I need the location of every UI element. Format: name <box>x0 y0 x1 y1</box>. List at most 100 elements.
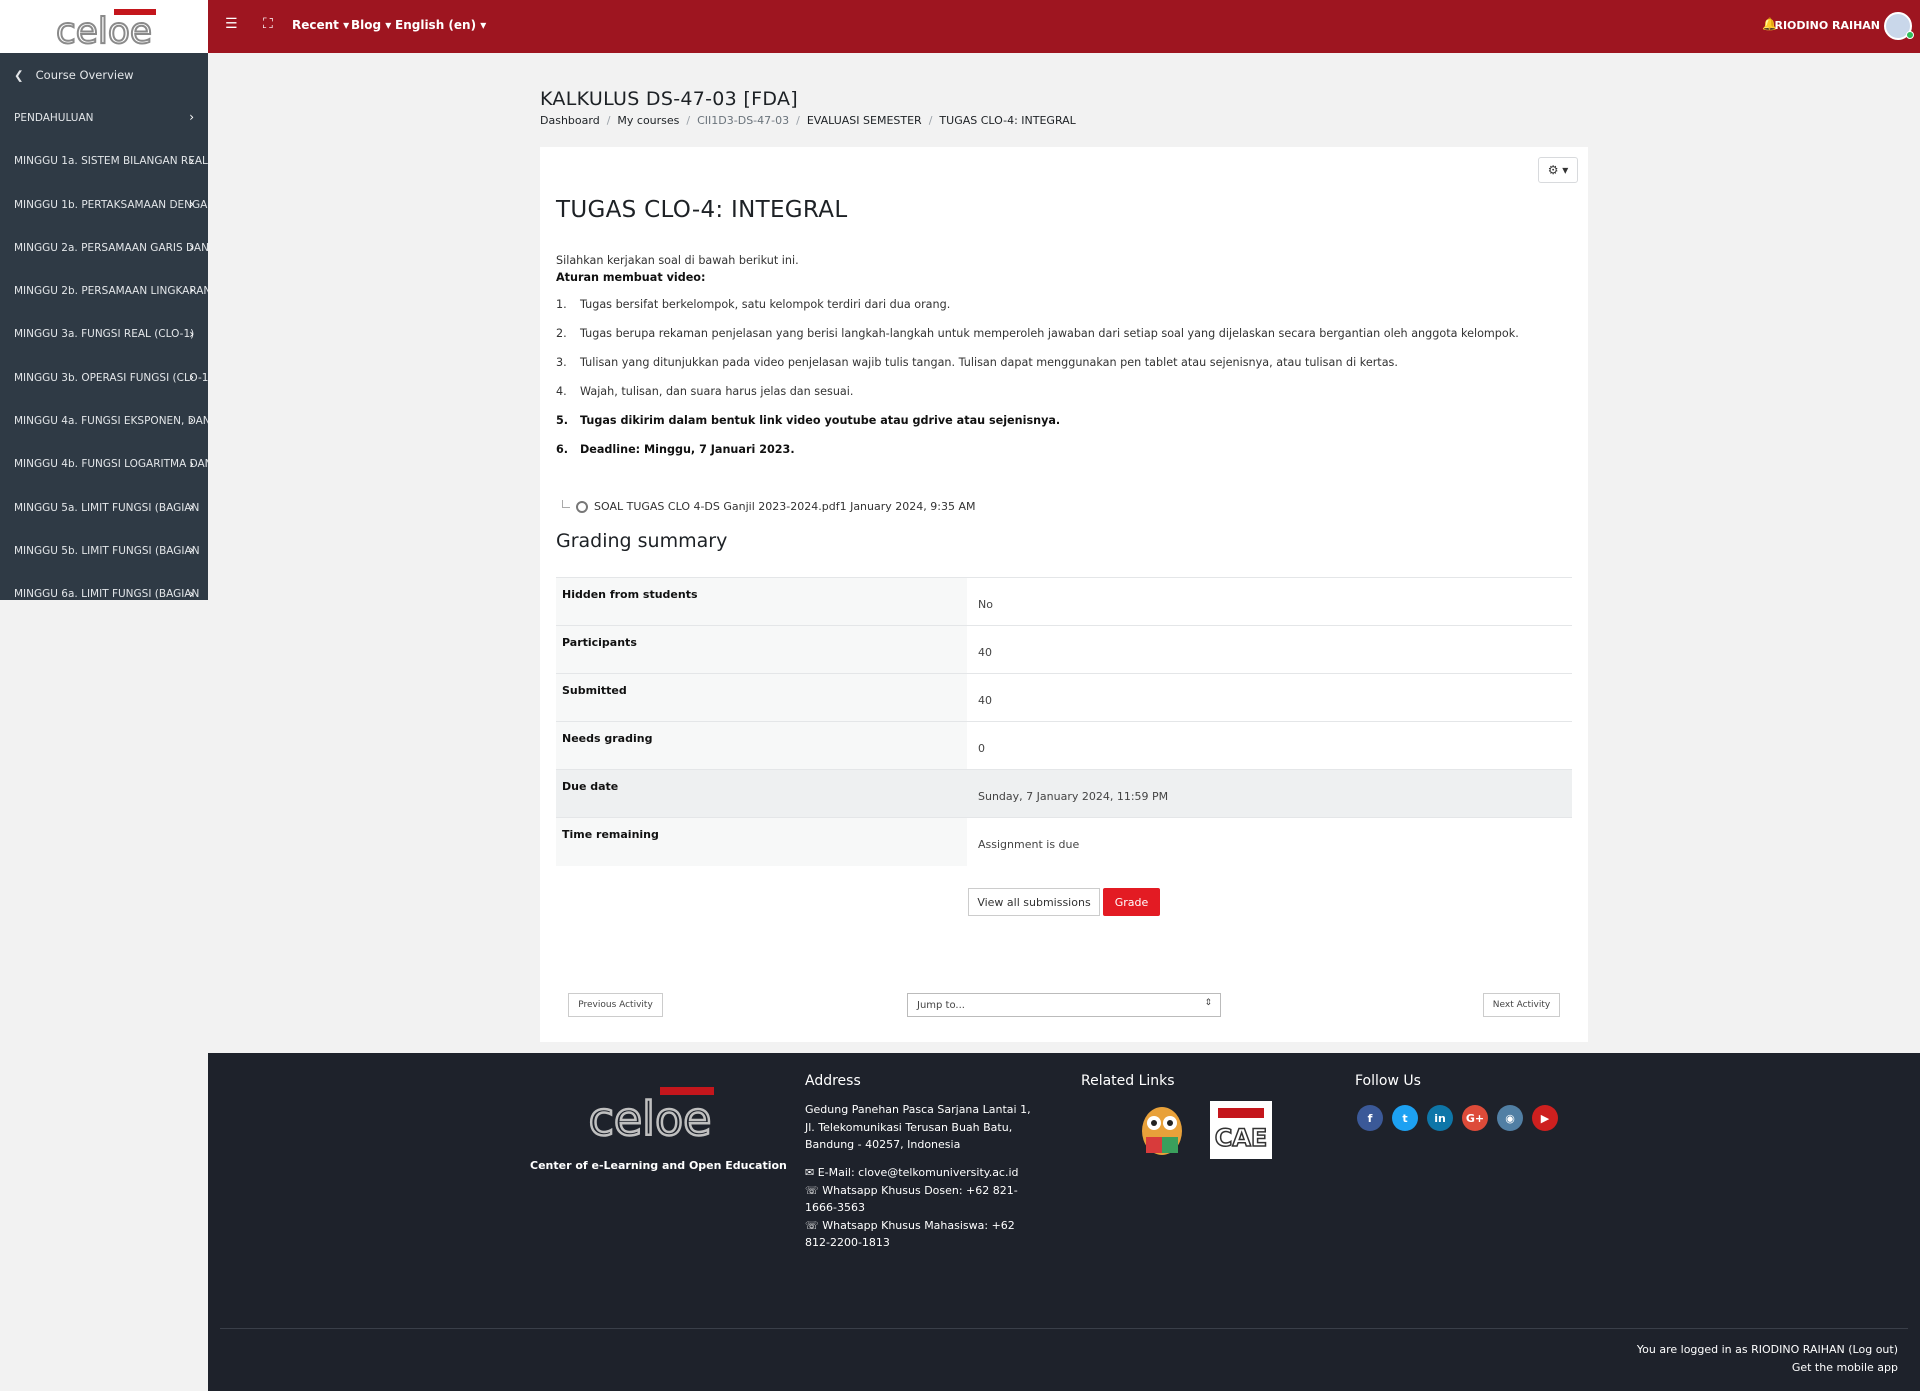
list-item: 4. Wajah, tulisan, dan suara harus jelas … <box>556 385 854 398</box>
address-text: Gedung Panehan Pasca Sarjana Lantai 1, J… <box>805 1103 1031 1151</box>
user-menu[interactable]: RIODINO RAIHAN <box>1774 19 1880 32</box>
table-row: Time remaining Assignment is due <box>556 817 1572 866</box>
chevron-right-icon: › <box>189 499 194 514</box>
sidebar-item[interactable]: MINGGU 5a. LIMIT FUNGSI (BAGIAN › <box>0 486 208 529</box>
svg-text:celoe: celoe <box>589 1092 712 1145</box>
list-item: 5. Tugas dikirim dalam bentuk link video … <box>556 414 1061 427</box>
settings-menu-button[interactable]: ⚙ ▾ <box>1538 157 1578 183</box>
breadcrumb-separator: / <box>606 114 611 127</box>
nav-language[interactable]: English (en) ▾ <box>395 18 486 32</box>
sidebar-item[interactable]: MINGGU 6a. LIMIT FUNGSI (BAGIAN › <box>0 573 208 600</box>
file-icon <box>576 500 588 513</box>
address-title: Address <box>805 1073 861 1089</box>
sidebar-item[interactable]: MINGGU 5b. LIMIT FUNGSI (BAGIAN › <box>0 529 208 572</box>
whatsapp-icon: ☏ <box>805 1218 819 1232</box>
chevron-right-icon: › <box>189 196 194 211</box>
table-row: Due date Sunday, 7 January 2024, 11:59 PM <box>556 769 1572 818</box>
course-sidebar: ❮ Course Overview PENDAHULUAN › MINGGU 1a… <box>0 53 208 600</box>
google-plus-icon[interactable]: G+ <box>1462 1105 1488 1131</box>
svg-text:celoe: celoe <box>56 11 152 49</box>
attachment-link[interactable]: SOAL TUGAS CLO 4-DS Ganjil 2023-2024.pdf… <box>562 499 975 513</box>
sidebar-item[interactable]: MINGGU 1b. PERTAKSAMAAN DENGAN › <box>0 183 208 226</box>
chevron-right-icon: › <box>189 240 194 255</box>
chevron-right-icon: › <box>189 283 194 298</box>
sidebar-course-overview[interactable]: ❮ Course Overview <box>0 53 208 96</box>
celoe-logo[interactable]: celoe <box>0 0 208 53</box>
menu-icon[interactable]: ☰ <box>225 16 238 32</box>
follow-us-title: Follow Us <box>1355 1073 1421 1089</box>
chevron-left-icon: ❮ <box>14 67 24 82</box>
breadcrumb-separator: / <box>796 114 800 127</box>
chevron-right-icon: › <box>189 326 194 341</box>
breadcrumb-my-courses[interactable]: My courses <box>617 114 679 127</box>
chevron-right-icon: › <box>189 370 194 385</box>
caret-down-icon: ▾ <box>1562 163 1569 177</box>
sidebar-item[interactable]: MINGGU 4b. FUNGSI LOGARITMA DAN › <box>0 443 208 486</box>
top-navbar: celoe ☰ ⛶ Recent ▾ Blog ▾ English (en) ▾… <box>0 0 1920 53</box>
mail-icon: ✉ <box>805 1166 815 1179</box>
gear-icon: ⚙ <box>1547 163 1559 177</box>
view-all-submissions-button[interactable]: View all submissions <box>968 888 1100 916</box>
breadcrumb-separator: / <box>686 114 691 127</box>
list-item: 6. Deadline: Minggu, 7 Januari 2023. <box>556 443 795 456</box>
breadcrumb-current[interactable]: TUGAS CLO-4: INTEGRAL <box>939 114 1075 127</box>
youtube-icon[interactable]: ▶ <box>1532 1105 1558 1131</box>
tree-line-icon <box>562 499 570 508</box>
breadcrumb-course[interactable]: CII1D3-DS-47-03 <box>697 114 789 127</box>
rules-title: Aturan membuat video: <box>556 271 706 284</box>
previous-activity-button[interactable]: Previous Activity <box>568 993 663 1017</box>
list-item: 1. Tugas bersifat berkelompok, satu kelom… <box>556 298 951 311</box>
twitter-icon[interactable]: t <box>1392 1105 1418 1131</box>
fullscreen-icon[interactable]: ⛶ <box>263 16 273 32</box>
social-links: f t in G+ ◉ ▶ <box>1357 1105 1558 1131</box>
table-row: Needs grading 0 <box>556 721 1572 770</box>
svg-text:CAE: CAE <box>1215 1124 1268 1152</box>
chevron-right-icon: › <box>189 543 194 558</box>
nav-recent[interactable]: Recent ▾ <box>292 18 349 32</box>
footer-tagline: Center of e-Learning and Open Education <box>530 1159 787 1172</box>
course-title: KALKULUS DS-47-03 [FDA] <box>540 88 798 110</box>
table-row: Hidden from students No <box>556 577 1572 626</box>
jump-to-select[interactable]: Jump to... ⇕ <box>907 993 1221 1017</box>
email-link[interactable]: ✉ E-Mail: clove@telkomuniversity.ac.id <box>805 1164 1035 1182</box>
sidebar-item[interactable]: MINGGU 4a. FUNGSI EKSPONEN, DAN › <box>0 399 208 442</box>
owl-logo-link[interactable] <box>1140 1101 1184 1159</box>
table-row: Participants 40 <box>556 625 1572 674</box>
whatsapp-dosen[interactable]: ☏ Whatsapp Khusus Dosen: +62 821-1666-35… <box>805 1182 1035 1217</box>
related-links-title: Related Links <box>1081 1073 1175 1089</box>
rules-list: 1. Tugas bersifat berkelompok, satu kelom… <box>556 298 1519 472</box>
next-activity-button[interactable]: Next Activity <box>1483 993 1560 1017</box>
sidebar-item[interactable]: MINGGU 2b. PERSAMAAN LINGKARAN › <box>0 269 208 312</box>
chevron-right-icon: › <box>189 586 194 600</box>
nav-blog[interactable]: Blog ▾ <box>351 18 391 32</box>
sidebar-item[interactable]: MINGGU 2a. PERSAMAAN GARIS DAN › <box>0 226 208 269</box>
breadcrumb-section[interactable]: EVALUASI SEMESTER <box>807 114 922 127</box>
sidebar-item[interactable]: MINGGU 1a. SISTEM BILANGAN REAL › <box>0 140 208 183</box>
grading-summary-title: Grading summary <box>556 530 728 552</box>
page-title: TUGAS CLO-4: INTEGRAL <box>556 197 848 223</box>
sidebar-item[interactable]: MINGGU 3a. FUNGSI REAL (CLO-1) › <box>0 313 208 356</box>
whatsapp-mahasiswa[interactable]: ☏ Whatsapp Khusus Mahasiswa: +62 812-220… <box>805 1217 1035 1252</box>
chevron-right-icon: › <box>189 110 194 125</box>
logged-in-text[interactable]: You are logged in as RIODINO RAIHAN (Log… <box>1637 1341 1898 1359</box>
select-arrows-icon: ⇕ <box>1204 998 1212 1008</box>
facebook-icon[interactable]: f <box>1357 1105 1383 1131</box>
mobile-app-link[interactable]: Get the mobile app <box>1637 1359 1898 1377</box>
list-item: 3. Tulisan yang ditunjukkan pada video pe… <box>556 356 1398 369</box>
chevron-right-icon: › <box>189 413 194 428</box>
chevron-right-icon: › <box>189 456 194 471</box>
sidebar-item[interactable]: MINGGU 3b. OPERASI FUNGSI (CLO-1) › <box>0 356 208 399</box>
sidebar-item[interactable]: PENDAHULUAN › <box>0 96 208 139</box>
contact-list: ✉ E-Mail: clove@telkomuniversity.ac.id ☏… <box>805 1164 1035 1252</box>
login-info: You are logged in as RIODINO RAIHAN (Log… <box>1637 1341 1898 1377</box>
cae-logo-link[interactable]: CAE <box>1210 1101 1272 1159</box>
footer-divider <box>220 1328 1908 1329</box>
whatsapp-icon: ☏ <box>805 1183 819 1197</box>
table-row: Submitted 40 <box>556 673 1572 722</box>
online-status-indicator <box>1906 31 1914 39</box>
chevron-right-icon: › <box>189 153 194 168</box>
breadcrumb-dashboard[interactable]: Dashboard <box>540 114 600 127</box>
grade-button[interactable]: Grade <box>1103 888 1160 916</box>
linkedin-icon[interactable]: in <box>1427 1105 1453 1131</box>
instagram-icon[interactable]: ◉ <box>1497 1105 1523 1131</box>
